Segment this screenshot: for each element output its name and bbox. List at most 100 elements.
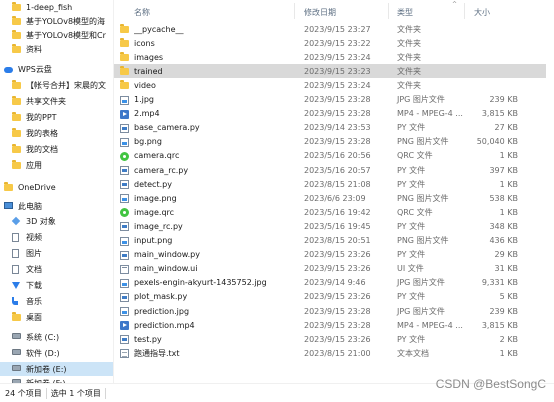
column-header-size[interactable]: 大小 bbox=[474, 6, 490, 18]
txt-file-icon bbox=[120, 349, 129, 359]
file-date: 2023/6/6 23:09 bbox=[304, 193, 366, 203]
py-file-icon bbox=[120, 180, 129, 190]
image-file-icon bbox=[120, 278, 129, 288]
file-row[interactable]: prediction.mp4 2023/9/15 23:28 MP4 - MPEG-… bbox=[114, 318, 546, 332]
nav-item[interactable]: 1-deep_fish bbox=[0, 0, 113, 14]
file-size bbox=[434, 36, 518, 50]
folder-file-icon bbox=[120, 66, 129, 76]
file-row[interactable]: icons 2023/9/15 23:22 文件夹 bbox=[114, 36, 546, 50]
file-date: 2023/9/15 23:23 bbox=[304, 66, 371, 76]
py-file-icon bbox=[120, 166, 129, 175]
file-row[interactable]: main_window.py 2023/9/15 23:26 PY 文件 29 KB bbox=[114, 248, 546, 262]
nav-item[interactable]: 此电脑 bbox=[0, 199, 113, 213]
nav-item[interactable]: 我的PPT bbox=[0, 110, 113, 124]
navigation-pane: 1-deep_fish 基于YOLOv8模型的海基于YOLOv8模型和Cr 资料 WP… bbox=[0, 0, 113, 383]
nav-item[interactable]: 系统 (C:) bbox=[0, 330, 113, 344]
file-row[interactable]: bg.png 2023/9/15 23:28 PNG 图片文件 50,040 KB bbox=[114, 135, 546, 149]
file-name: 2.mp4 bbox=[134, 109, 160, 119]
column-header-name[interactable]: 名称 bbox=[134, 6, 150, 18]
file-date: 2023/5/16 19:42 bbox=[304, 207, 371, 217]
folder-file-icon bbox=[120, 38, 129, 48]
nav-item-label: 基于YOLOv8模型和Cr bbox=[26, 30, 106, 40]
file-row[interactable]: 2.mp4 2023/9/15 23:28 MP4 - MPEG-4 ... 3,81… bbox=[114, 107, 546, 121]
nav-item[interactable]: 3D 对象 bbox=[0, 214, 113, 228]
file-row[interactable]: image.qrc 2023/5/16 19:42 QRC 文件 1 KB bbox=[114, 205, 546, 219]
column-divider[interactable] bbox=[294, 3, 295, 19]
qrc-file-icon bbox=[120, 208, 129, 218]
file-name: image_rc.py bbox=[134, 221, 183, 231]
file-size: 1 KB bbox=[499, 151, 518, 161]
file-name: camera_rc.py bbox=[134, 165, 189, 175]
file-row[interactable]: pexels-engin-akyurt-1435752.jpg 2023/9/14… bbox=[114, 276, 546, 290]
file-row[interactable]: 1.jpg 2023/9/15 23:28 JPG 图片文件 239 KB bbox=[114, 93, 546, 107]
folder-icon bbox=[12, 79, 21, 90]
nav-item[interactable]: 图片 bbox=[0, 246, 113, 260]
file-row[interactable]: video 2023/9/15 23:24 文件夹 bbox=[114, 78, 546, 92]
file-row[interactable]: detect.py 2023/8/15 21:08 PY 文件 1 KB bbox=[114, 177, 546, 191]
file-row[interactable]: 跑通指导.txt 2023/8/15 21:00 文本文档 1 KB bbox=[114, 346, 546, 360]
file-name: prediction.jpg bbox=[134, 306, 190, 316]
file-row[interactable]: image_rc.py 2023/5/16 19:45 PY 文件 348 KB bbox=[114, 219, 546, 233]
nav-item[interactable]: 音乐 bbox=[0, 294, 113, 308]
file-date: 2023/8/15 20:51 bbox=[304, 236, 371, 245]
column-divider[interactable] bbox=[464, 3, 465, 19]
cloud-icon bbox=[4, 65, 13, 74]
nav-item-label: 我的文档 bbox=[26, 144, 58, 154]
file-row[interactable]: test.py 2023/9/15 23:26 PY 文件 2 KB bbox=[114, 332, 546, 346]
column-header-type[interactable]: 类型 bbox=[397, 6, 413, 18]
nav-item[interactable]: 共享文件夹 bbox=[0, 94, 113, 108]
file-row[interactable]: camera.qrc 2023/5/16 20:56 QRC 文件 1 KB bbox=[114, 149, 546, 163]
nav-item[interactable]: 【帐号合并】宋晨的文 bbox=[0, 78, 113, 92]
nav-item[interactable]: 下载 bbox=[0, 278, 113, 292]
file-name: main_window.py bbox=[134, 250, 200, 260]
column-header-date[interactable]: 修改日期 bbox=[304, 6, 336, 18]
nav-item-label: 系统 (C:) bbox=[26, 332, 60, 342]
nav-item[interactable]: OneDrive bbox=[0, 180, 113, 194]
file-size bbox=[434, 64, 518, 78]
pc-icon bbox=[4, 201, 13, 211]
nav-item[interactable]: 资料 bbox=[0, 42, 113, 56]
nav-item[interactable]: 文档 bbox=[0, 262, 113, 276]
file-row[interactable]: camera_rc.py 2023/5/16 20:57 PY 文件 397 KB bbox=[114, 163, 546, 177]
cube-icon bbox=[11, 216, 21, 226]
column-divider[interactable] bbox=[388, 3, 389, 19]
file-size: 31 KB bbox=[494, 264, 518, 274]
file-name: 1.jpg bbox=[134, 95, 155, 104]
nav-item[interactable]: 新加卷 (F:) bbox=[0, 376, 113, 383]
file-date: 2023/9/15 23:26 bbox=[304, 250, 371, 260]
file-name: trained bbox=[134, 66, 163, 76]
file-name: camera.qrc bbox=[134, 151, 180, 161]
nav-item[interactable]: 视频 bbox=[0, 230, 113, 244]
nav-item[interactable]: 应用 bbox=[0, 158, 113, 172]
nav-item[interactable]: 基于YOLOv8模型和Cr bbox=[0, 28, 113, 42]
file-size: 348 KB bbox=[489, 221, 518, 231]
file-date: 2023/9/15 23:28 bbox=[304, 320, 371, 330]
image-file-icon bbox=[120, 307, 129, 316]
file-size: 50,040 KB bbox=[476, 137, 518, 147]
file-row[interactable]: base_camera.py 2023/9/14 23:53 PY 文件 27 KB bbox=[114, 121, 546, 135]
file-date: 2023/5/16 19:45 bbox=[304, 221, 371, 231]
nav-item[interactable]: 我的表格 bbox=[0, 126, 113, 140]
file-size bbox=[434, 78, 518, 92]
download-icon bbox=[12, 281, 21, 290]
nav-item[interactable]: 我的文档 bbox=[0, 142, 113, 156]
file-row[interactable]: trained 2023/9/15 23:23 文件夹 bbox=[114, 64, 546, 79]
file-size bbox=[434, 50, 518, 64]
file-row[interactable]: main_window.ui 2023/9/15 23:26 UI 文件 31 KB bbox=[114, 262, 546, 276]
nav-item[interactable]: 新加卷 (E:) bbox=[0, 362, 113, 376]
nav-item[interactable]: 桌面 bbox=[0, 310, 113, 324]
nav-item[interactable]: 基于YOLOv8模型的海 bbox=[0, 14, 113, 28]
file-row[interactable]: input.png 2023/8/15 20:51 PNG 图片文件 436 KB bbox=[114, 234, 546, 248]
nav-item[interactable]: WPS云盘 bbox=[0, 62, 113, 76]
nav-item[interactable]: 软件 (D:) bbox=[0, 346, 113, 360]
file-row[interactable]: images 2023/9/15 23:24 文件夹 bbox=[114, 50, 546, 64]
file-row[interactable]: plot_mask.py 2023/9/15 23:26 PY 文件 5 KB bbox=[114, 290, 546, 304]
file-name: 跑通指导.txt bbox=[134, 348, 180, 358]
file-size: 3,815 KB bbox=[481, 320, 518, 330]
vertical-scrollbar[interactable] bbox=[546, 0, 554, 383]
file-row[interactable]: prediction.jpg 2023/9/15 23:28 JPG 图片文件 239… bbox=[114, 304, 546, 318]
file-row[interactable]: __pycache__ 2023/9/15 23:27 文件夹 bbox=[114, 22, 546, 36]
file-row[interactable]: image.png 2023/6/6 23:09 PNG 图片文件 538 KB bbox=[114, 191, 546, 205]
file-size: 538 KB bbox=[489, 193, 518, 203]
nav-item-label: 我的PPT bbox=[26, 112, 57, 122]
